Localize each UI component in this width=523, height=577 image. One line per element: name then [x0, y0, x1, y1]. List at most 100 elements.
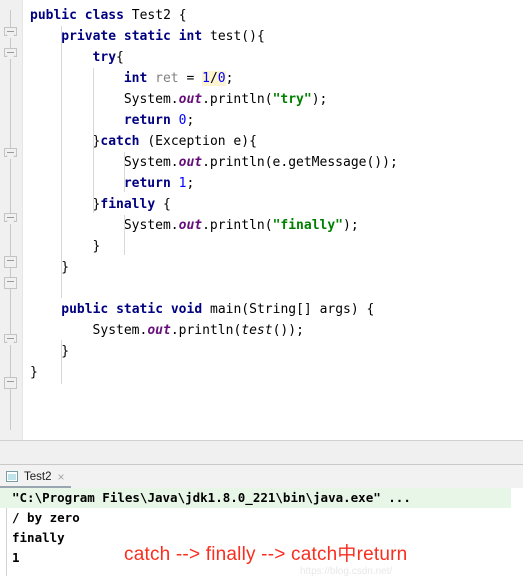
code-line[interactable]: } [93, 236, 101, 257]
code-token: out [178, 155, 203, 170]
console-line-output: / by zero [12, 510, 80, 525]
code-token: try [92, 50, 117, 65]
fold-marker-box [4, 277, 17, 289]
code-line[interactable]: } [61, 341, 69, 362]
code-token: / [209, 71, 218, 86]
code-token: ret [155, 71, 179, 86]
code-token: ()); [272, 323, 304, 338]
code-token: System. [92, 323, 148, 338]
code-token: { [155, 197, 171, 212]
indent-guide [61, 340, 63, 384]
code-token: static [116, 302, 164, 317]
code-token: out [178, 218, 203, 233]
code-token: class [84, 8, 124, 23]
editor-gutter[interactable] [0, 0, 23, 440]
code-token: .println( [202, 92, 273, 107]
code-line[interactable]: }finally { [93, 194, 171, 215]
fold-marker-tip [6, 55, 15, 60]
code-line[interactable]: System.out.println(e.getMessage()); [124, 152, 398, 173]
code-token: ; [225, 71, 234, 86]
indent-guide [123, 215, 125, 255]
fold-marker-tip [6, 341, 15, 346]
code-line[interactable]: private static int test(){ [61, 26, 265, 47]
code-token: .println(e.getMessage()); [202, 155, 398, 170]
code-token: return [123, 176, 171, 191]
code-token: int [178, 29, 203, 44]
code-editor[interactable]: public class Test2 {private static int t… [0, 0, 523, 440]
code-token: } [61, 344, 70, 359]
fold-marker[interactable] [4, 148, 17, 161]
collapse-icon [7, 281, 14, 282]
code-token: Test2 { [123, 8, 187, 23]
fold-marker-box [4, 256, 17, 268]
code-token: catch [100, 134, 140, 149]
code-line[interactable]: System.out.println("try"); [124, 89, 328, 110]
code-token: 0 [217, 71, 226, 86]
code-line[interactable]: System.out.println("finally"); [124, 215, 359, 236]
code-line[interactable]: return 0; [124, 110, 194, 131]
code-line[interactable]: return 1; [124, 173, 194, 194]
code-token: } [92, 239, 101, 254]
code-token: return [123, 113, 171, 128]
fold-marker[interactable] [4, 334, 17, 347]
collapse-icon [7, 52, 14, 53]
code-token: public [61, 302, 109, 317]
code-content[interactable]: public class Test2 {private static int t… [22, 0, 523, 440]
code-token: static [123, 29, 171, 44]
code-token: { [116, 50, 124, 65]
collapse-icon [7, 381, 14, 382]
code-token: System. [123, 155, 179, 170]
code-line[interactable]: } [30, 362, 38, 383]
fold-marker[interactable] [4, 377, 17, 390]
fold-marker[interactable] [4, 277, 17, 290]
code-token: "finally" [272, 218, 344, 233]
code-line[interactable]: public class Test2 { [30, 5, 187, 26]
code-line[interactable]: }catch (Exception e){ [93, 131, 257, 152]
fold-marker[interactable] [4, 256, 17, 269]
run-console-icon [6, 471, 18, 482]
code-token: ); [343, 218, 359, 233]
code-line[interactable]: int ret = 1/0; [123, 68, 234, 89]
code-token: } [30, 365, 38, 380]
code-token: out [178, 92, 203, 107]
code-token: ); [311, 92, 328, 107]
console-line-output: 1 [12, 550, 20, 565]
code-token: int [123, 71, 148, 86]
run-tab-bar: Test2 × [0, 465, 523, 488]
watermark-text: https://blog.csdn.net/ [300, 566, 393, 577]
annotation-overlay: catch --> finally --> catch中return [124, 544, 408, 565]
close-icon[interactable]: × [58, 471, 65, 483]
fold-marker-tip [6, 155, 15, 160]
fold-marker[interactable] [4, 27, 17, 40]
fold-marker-box [4, 377, 17, 389]
code-token: = [178, 71, 203, 86]
collapse-icon [7, 217, 14, 218]
code-token: main(String[] args) { [202, 302, 375, 317]
indent-guide [123, 152, 125, 192]
code-token: test(){ [202, 29, 265, 44]
code-line[interactable]: } [61, 257, 69, 278]
code-token: private [61, 29, 117, 44]
editor-console-splitter[interactable] [0, 440, 523, 465]
code-line[interactable]: System.out.println(test()); [93, 320, 304, 341]
fold-marker[interactable] [4, 213, 17, 226]
code-token: ; [186, 176, 195, 191]
code-token: .println( [170, 323, 242, 338]
run-tab-label: Test2 [24, 470, 52, 483]
run-tab-test2[interactable]: Test2 × [0, 465, 71, 488]
console-line-output: finally [12, 530, 65, 545]
collapse-icon [7, 338, 14, 339]
code-line[interactable]: public static void main(String[] args) { [61, 299, 374, 320]
code-line[interactable]: try{ [93, 47, 124, 68]
code-token: .println( [202, 218, 273, 233]
code-token: System. [123, 218, 179, 233]
fold-marker-tip [6, 34, 15, 39]
fold-marker[interactable] [4, 48, 17, 61]
